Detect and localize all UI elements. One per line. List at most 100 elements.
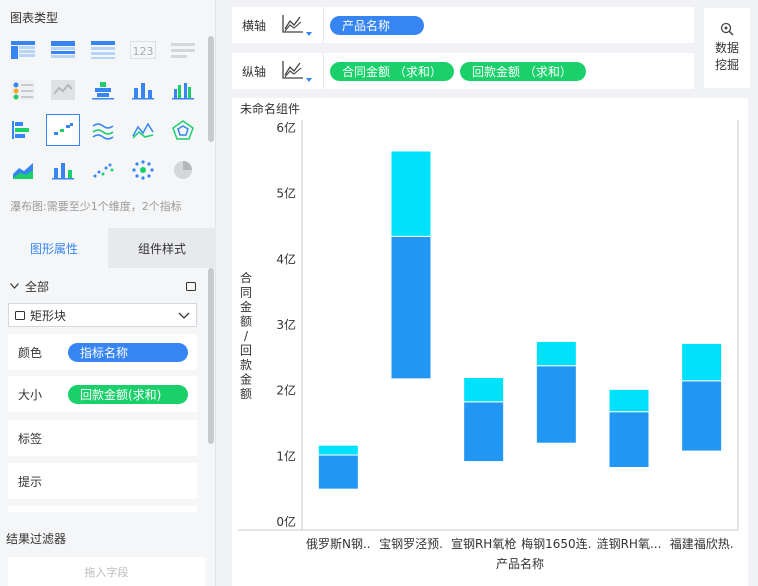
x-axis-label: 横轴 (242, 18, 267, 33)
cross-table-type[interactable] (6, 34, 40, 66)
y-tick-label: 3亿 (276, 317, 296, 332)
horizontal-bar-type[interactable] (6, 114, 40, 146)
prop-label-label: 标签 (18, 431, 43, 446)
column-chart-type[interactable] (126, 74, 160, 106)
area-chart-icon (13, 163, 33, 179)
scatter-type[interactable] (86, 154, 120, 186)
bar-contract[interactable] (535, 365, 577, 444)
area-line-type[interactable] (126, 114, 160, 146)
prop-label-size: 大小 (18, 387, 43, 402)
tab-component-style[interactable]: 组件样式 (108, 228, 216, 268)
chart-type-title: 图表类型 (10, 11, 59, 25)
chart-widget[interactable]: 未命名组件 0亿 1亿 2亿 3亿 4亿 5亿 6亿 俄罗斯N钢.. 宝钢罗泾预. 宣钢RH氧枪… (232, 98, 748, 586)
y-tick-label: 4亿 (276, 251, 296, 266)
filter-drop-zone[interactable]: 拖入字段 (8, 557, 205, 586)
bar-payment[interactable] (681, 342, 723, 382)
y-field-pill-payment[interactable]: 回款金额 （求和） (460, 61, 586, 81)
bar-payment[interactable] (463, 377, 505, 403)
x-tick-label: 涟钢RH氧... (597, 536, 662, 551)
magnifier-icon (720, 22, 734, 36)
combo-chart-icon (52, 163, 74, 180)
prop-label-tooltip: 提示 (18, 474, 43, 489)
map-icon (51, 80, 75, 100)
bar-contract[interactable] (317, 454, 359, 490)
y-tick-label: 6亿 (276, 120, 296, 135)
y-axis-type-toggle[interactable] (280, 53, 324, 89)
data-mining-line2: 挖掘 (714, 58, 739, 72)
y-tick-group: 0亿 1亿 2亿 3亿 4亿 5亿 6亿 (276, 120, 296, 529)
prop-row-more (8, 506, 197, 512)
horizontal-bar-icon (12, 121, 29, 139)
x-tick-label: 福建福欣热. (670, 536, 734, 551)
card-toggle-icon[interactable] (186, 281, 196, 291)
polyline-icon (132, 122, 154, 139)
bar-contract[interactable] (390, 235, 432, 380)
tab-graphic-properties[interactable]: 图形属性 (0, 228, 108, 268)
prop-row-size[interactable]: 大小 回款金额(求和) (8, 376, 197, 412)
x-tick-label: 俄罗斯N钢.. (306, 537, 371, 551)
left-panel: 图表类型 123 瀑布图:需要至少1个维度，2个指标 图形属性 组件样式 全部 … (0, 0, 216, 586)
y-tick-label: 2亿 (276, 383, 296, 398)
shape-select[interactable]: 矩形块 (8, 303, 197, 327)
grouped-column-icon (172, 83, 194, 100)
x-axis-type-toggle[interactable] (280, 7, 324, 43)
grouped-column-type[interactable] (166, 74, 200, 106)
color-field-pill[interactable]: 指标名称 (68, 342, 188, 362)
bar-payment[interactable] (317, 444, 359, 456)
radar-icon (172, 120, 194, 140)
kpi-number-type[interactable]: 123 (126, 34, 160, 66)
pie-chart-icon (174, 161, 192, 179)
data-mining-line1: 数据 (714, 41, 739, 55)
prop-row-color[interactable]: 颜色 指标名称 (8, 334, 197, 370)
detail-table-type[interactable] (86, 34, 120, 66)
group-table-type[interactable] (46, 34, 80, 66)
property-tabs: 图形属性 组件样式 (0, 228, 216, 268)
radar-chart-type[interactable] (166, 114, 200, 146)
bar-contract[interactable] (608, 411, 650, 468)
cross-table-icon (11, 41, 35, 59)
data-mining-button[interactable]: 数据 挖掘 (704, 8, 750, 88)
bar-payment[interactable] (608, 388, 650, 413)
line-axis-icon (282, 15, 312, 36)
chart-type-scrollbar[interactable] (208, 36, 214, 142)
bar-payment[interactable] (390, 150, 432, 237)
line-chart-icon (92, 123, 114, 140)
bubble-ring-type[interactable] (126, 154, 160, 186)
prop-row-tooltip[interactable]: 提示 (8, 463, 197, 499)
x-field-pill[interactable]: 产品名称 (330, 15, 424, 35)
x-tick-label: 宝钢罗泾预. (379, 537, 443, 551)
waterfall-type[interactable] (46, 114, 80, 146)
group-table-icon (51, 41, 75, 58)
pie-chart-type[interactable] (166, 154, 200, 186)
y-axis-title: 合同金额/回款金额 (240, 270, 252, 401)
chevron-down-icon (178, 312, 190, 319)
line-chart-type[interactable] (86, 114, 120, 146)
y-axis-row: 纵轴 合同金额 （求和） 回款金额 （求和） (232, 53, 694, 89)
indicator-card-type[interactable] (6, 74, 40, 106)
stacked-bar-icon (92, 82, 114, 100)
properties-scrollbar[interactable] (208, 268, 214, 444)
line-axis-icon (282, 61, 312, 82)
x-tick-group: 俄罗斯N钢.. 宝钢罗泾预. 宣钢RH氧枪 梅钢1650连. 涟钢RH氧... 福建福欣热… (306, 536, 734, 551)
detail-table-icon (91, 41, 115, 59)
y-field-pill-contract[interactable]: 合同金额 （求和） (330, 61, 454, 81)
prop-row-label[interactable]: 标签 (8, 420, 197, 456)
prop-label-color: 颜色 (18, 345, 43, 360)
waterfall-chart[interactable]: 0亿 1亿 2亿 3亿 4亿 5亿 6亿 俄罗斯N钢.. 宝钢罗泾预. 宣钢RH氧枪 梅钢1650… (232, 98, 748, 586)
combo-chart-type[interactable] (46, 154, 80, 186)
text-widget-type[interactable] (166, 34, 200, 66)
bar-payment[interactable] (535, 340, 577, 367)
rectangle-shape-icon (15, 310, 25, 320)
result-filter-title: 结果过滤器 (6, 532, 67, 546)
x-axis-title: 产品名称 (496, 556, 544, 571)
size-field-pill[interactable]: 回款金额(求和) (68, 384, 188, 404)
shape-select-value: 矩形块 (30, 308, 67, 323)
map-type[interactable] (46, 74, 80, 106)
stacked-bar-type[interactable] (86, 74, 120, 106)
x-axis-row: 横轴 产品名称 (232, 7, 694, 43)
bar-contract[interactable] (681, 380, 723, 452)
y-tick-label: 1亿 (276, 448, 296, 463)
bar-contract[interactable] (463, 401, 505, 463)
area-chart-type[interactable] (6, 154, 40, 186)
all-properties-row[interactable]: 全部 (10, 278, 196, 294)
